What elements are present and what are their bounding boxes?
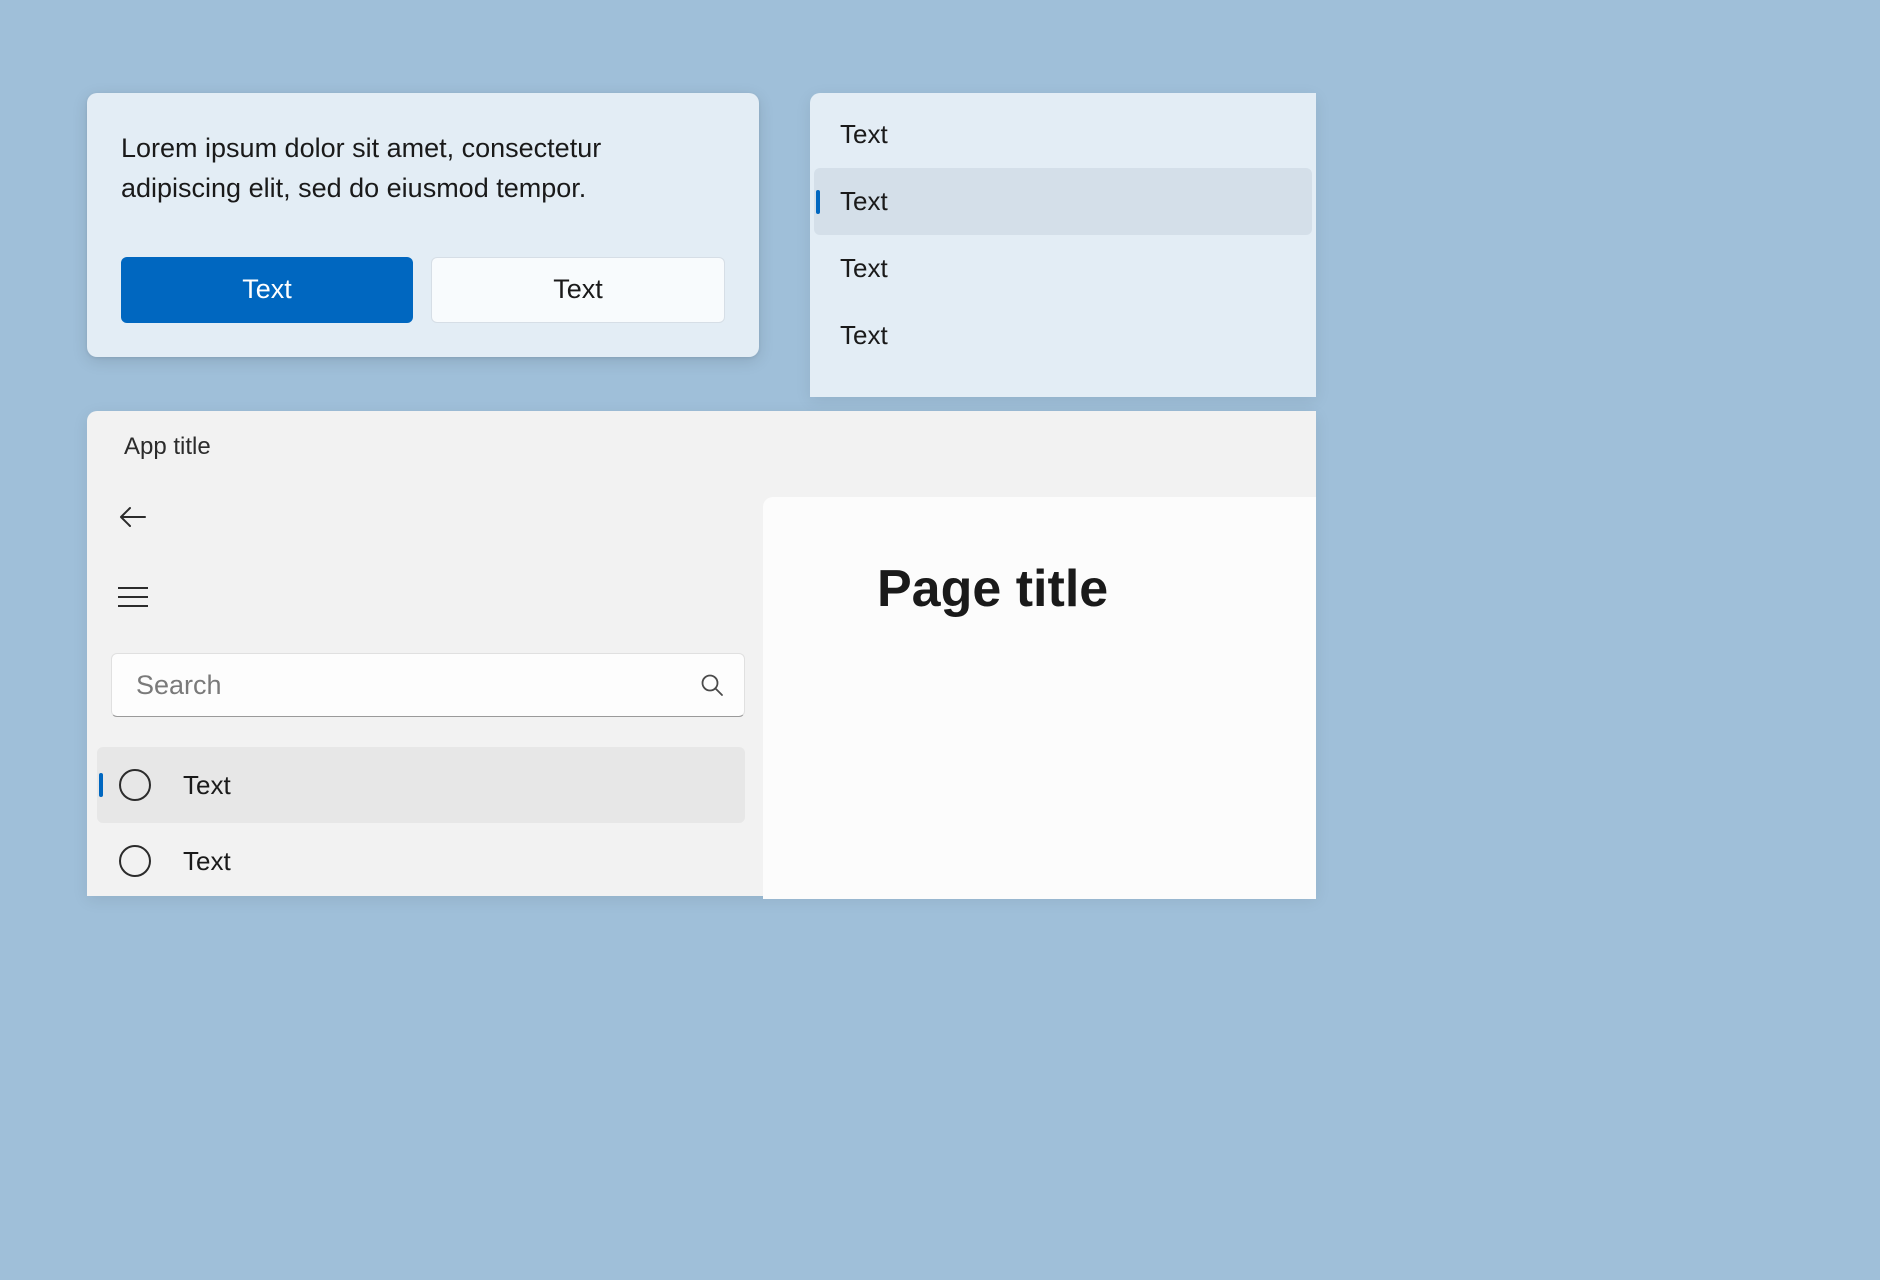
list-item[interactable]: Text — [814, 168, 1312, 235]
list-item-label: Text — [840, 119, 888, 150]
list-item[interactable]: Text — [810, 235, 1316, 302]
nav-item-label: Text — [183, 770, 231, 801]
list-item-label: Text — [840, 253, 888, 284]
hamburger-button[interactable] — [113, 577, 153, 617]
dialog-message: Lorem ipsum dolor sit amet, consectetur … — [121, 129, 725, 209]
app-window: App title — [87, 411, 1316, 896]
nav-item[interactable]: Text — [97, 747, 745, 823]
list-item-label: Text — [840, 320, 888, 351]
list-panel: Text Text Text Text — [810, 93, 1316, 397]
dialog-button-row: Text Text — [121, 257, 725, 323]
app-body: Text Text Page title — [87, 497, 1316, 899]
circle-icon — [119, 845, 151, 877]
search-box[interactable] — [111, 653, 745, 717]
nav-list: Text Text — [97, 747, 763, 899]
back-button[interactable] — [113, 497, 153, 537]
app-title: App title — [87, 411, 1316, 461]
list-item[interactable]: Text — [810, 101, 1316, 168]
sidebar: Text Text — [87, 497, 763, 899]
list-item[interactable]: Text — [810, 302, 1316, 369]
search-input[interactable] — [136, 670, 700, 701]
list-item-label: Text — [840, 186, 888, 217]
secondary-button[interactable]: Text — [431, 257, 725, 323]
content-area: Page title — [763, 497, 1316, 899]
primary-button[interactable]: Text — [121, 257, 413, 323]
page-title: Page title — [877, 559, 1316, 619]
dialog-card: Lorem ipsum dolor sit amet, consectetur … — [87, 93, 759, 357]
circle-icon — [119, 769, 151, 801]
nav-item-label: Text — [183, 846, 231, 877]
hamburger-icon — [118, 586, 148, 608]
arrow-left-icon — [119, 506, 147, 528]
nav-item[interactable]: Text — [97, 823, 763, 899]
search-icon — [700, 673, 724, 697]
